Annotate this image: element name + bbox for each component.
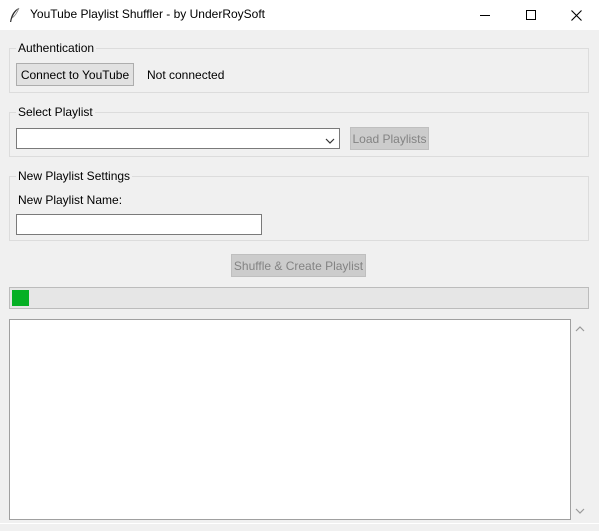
feather-icon [8,7,22,23]
log-text-area[interactable] [9,319,571,520]
log-scrollbar[interactable] [571,319,589,520]
new-playlist-name-label: New Playlist Name: [18,193,123,207]
minimize-icon [480,15,490,16]
maximize-button[interactable] [508,0,554,30]
minimize-button[interactable] [462,0,508,30]
log-text [10,320,570,326]
progress-fill [12,290,29,306]
new-playlist-name-input[interactable] [16,214,262,235]
connect-button[interactable]: Connect to YouTube [16,63,134,86]
scroll-down-icon[interactable] [575,504,585,518]
new-playlist-settings-legend: New Playlist Settings [16,169,133,183]
chevron-down-icon [325,134,335,148]
authentication-legend: Authentication [16,41,97,55]
select-playlist-legend: Select Playlist [16,105,95,119]
maximize-icon [526,10,536,20]
title-bar: YouTube Playlist Shuffler - by UnderRoyS… [0,0,599,30]
close-button[interactable] [553,0,599,30]
shuffle-create-button[interactable]: Shuffle & Create Playlist [231,254,366,277]
window-title: YouTube Playlist Shuffler - by UnderRoyS… [30,7,266,21]
load-playlists-button[interactable]: Load Playlists [350,127,429,150]
close-icon [570,9,582,21]
playlist-dropdown[interactable] [16,128,340,149]
connection-status: Not connected [147,68,225,82]
scroll-up-icon[interactable] [575,322,585,336]
progress-bar [9,287,589,309]
window-bottom-edge [0,523,599,531]
